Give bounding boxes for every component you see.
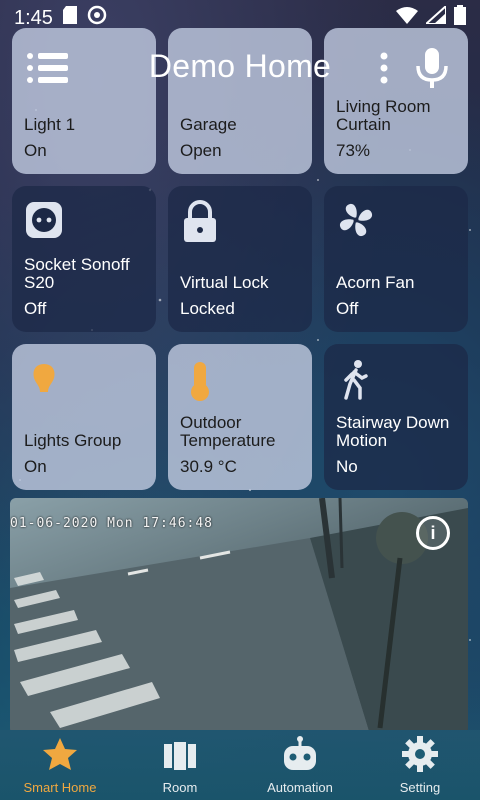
nav-room[interactable]: Room <box>120 730 240 800</box>
tile-name: Virtual Lock <box>180 273 269 292</box>
more-options-button[interactable] <box>372 50 396 86</box>
tile-state: No <box>336 457 358 476</box>
nav-setting[interactable]: Setting <box>360 730 480 800</box>
tile-name: Outdoor Temperature <box>180 413 276 450</box>
nav-label: Setting <box>399 780 441 795</box>
tile-name: Lights Group <box>24 431 122 450</box>
tile-name: Living Room Curtain <box>336 97 431 134</box>
microphone-icon <box>416 48 448 88</box>
bulb-icon <box>24 358 64 402</box>
tile-name: Acorn Fan <box>336 273 415 292</box>
gear-icon <box>402 736 438 772</box>
more-vert-icon <box>380 52 388 84</box>
star-icon <box>43 738 77 770</box>
nav-label: Room <box>162 780 198 795</box>
camera-feed[interactable]: 01-06-2020 Mon 17:46:48 i <box>10 498 468 730</box>
nav-smart-home[interactable]: Smart Home <box>0 730 120 800</box>
tile-lights-group[interactable]: Lights Group On <box>12 344 156 490</box>
socket-icon <box>24 200 64 244</box>
nav-automation[interactable]: Automation <box>240 730 360 800</box>
tile-state: Off <box>24 299 47 318</box>
tile-state: Locked <box>180 299 235 318</box>
info-icon: i <box>430 522 436 543</box>
walking-person-icon <box>336 358 376 402</box>
device-grid[interactable]: Light 1 On Garage Open Living Room Curta… <box>0 0 480 730</box>
thermometer-icon <box>180 358 220 402</box>
tile-name: Light 1 <box>24 115 76 134</box>
tile-virtual-lock[interactable]: Virtual Lock Locked <box>168 186 312 332</box>
tile-name: Stairway Down Motion <box>336 413 450 450</box>
robot-icon <box>284 736 316 770</box>
tile-acorn-fan[interactable]: Acorn Fan Off <box>324 186 468 332</box>
tile-state: 73% <box>336 141 371 160</box>
tile-outdoor-temperature[interactable]: Outdoor Temperature 30.9 °C <box>168 344 312 490</box>
page-title: Demo Home <box>148 48 332 84</box>
nav-label: Smart Home <box>23 780 97 795</box>
camera-info-button[interactable]: i <box>416 516 450 550</box>
camera-timestamp: 01-06-2020 Mon 17:46:48 <box>10 516 214 531</box>
tile-socket-sonoff-s20[interactable]: Socket Sonoff S20 Off <box>12 186 156 332</box>
tile-state: Off <box>336 299 359 318</box>
tile-state: On <box>24 457 47 476</box>
tile-state: Open <box>180 141 222 160</box>
tile-name: Garage <box>180 115 237 134</box>
camera-image <box>10 498 468 730</box>
tile-state: 30.9 °C <box>180 457 237 476</box>
room-icon <box>164 742 196 770</box>
lock-icon <box>180 200 220 244</box>
bottom-navigation: Smart Home Room Automation Setting <box>0 730 480 800</box>
tile-stairway-down-motion[interactable]: Stairway Down Motion No <box>324 344 468 490</box>
app-bar: Demo Home <box>0 36 480 100</box>
nav-label: Automation <box>267 780 333 795</box>
voice-button[interactable] <box>414 48 450 88</box>
tile-state: On <box>24 141 47 160</box>
fan-icon <box>336 200 376 244</box>
tile-name: Socket Sonoff S20 <box>24 255 130 292</box>
